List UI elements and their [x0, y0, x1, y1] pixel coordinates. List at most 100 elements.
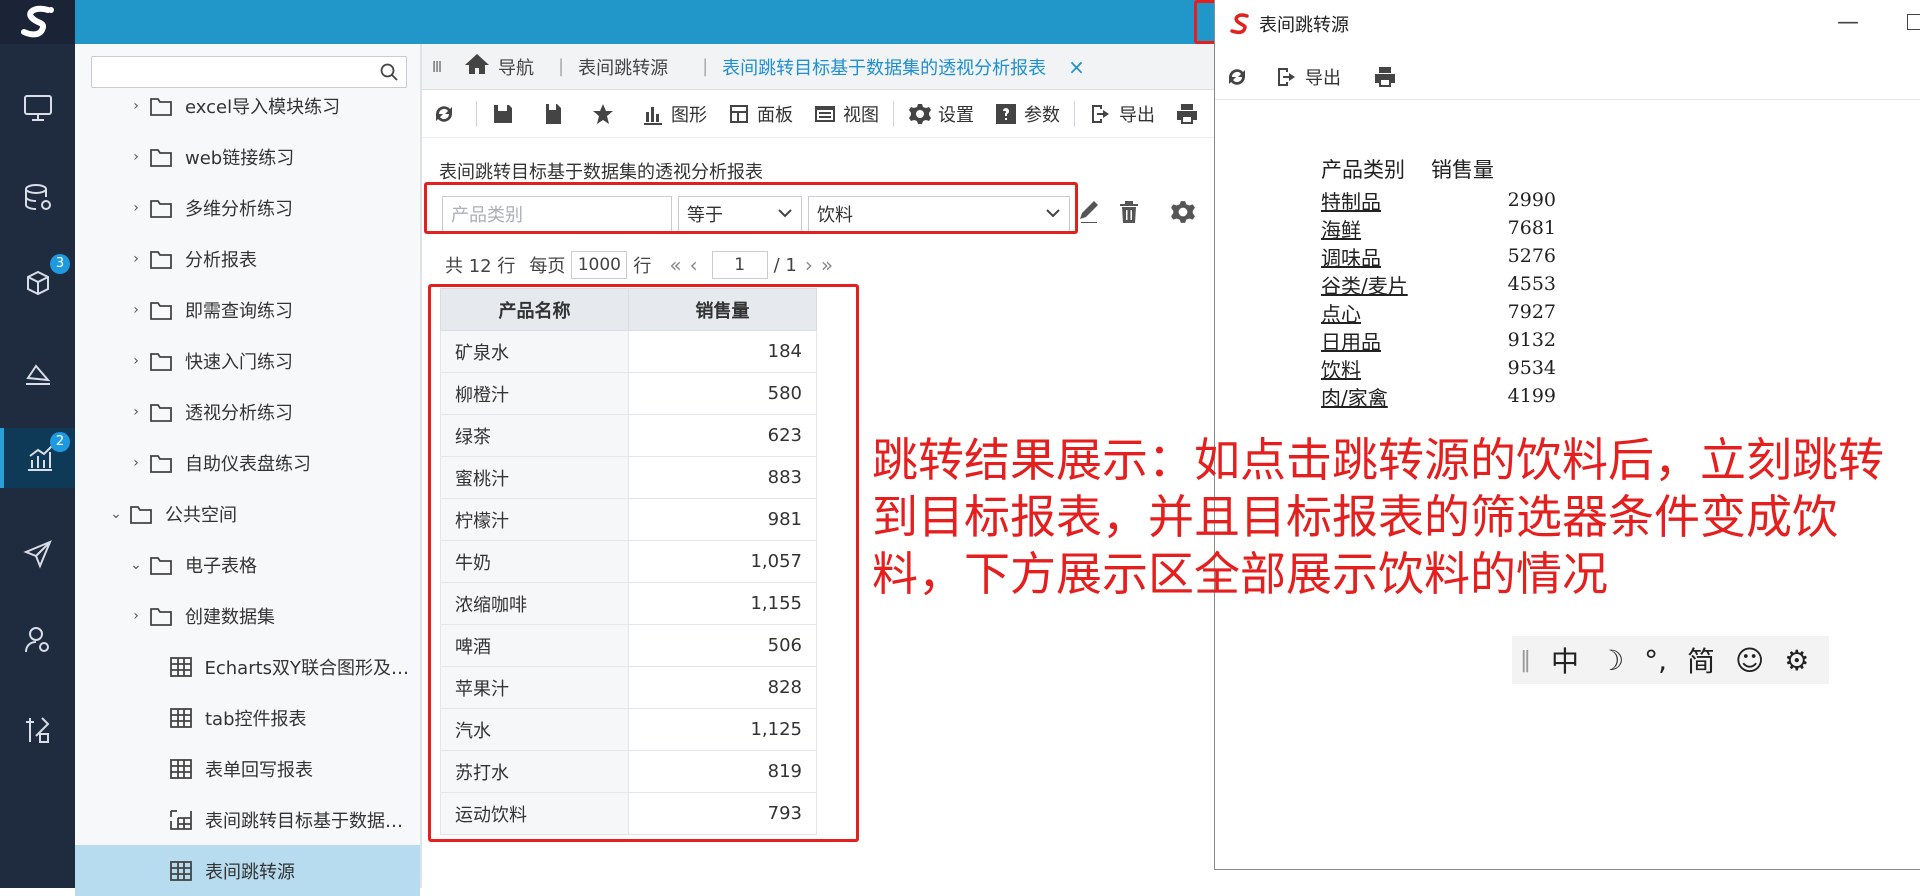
tree-item[interactable]: › 创建数据集 [75, 590, 420, 641]
column-header-sales[interactable]: 销售量 [628, 288, 817, 331]
tree-item[interactable]: › 多维分析练习 [75, 182, 420, 233]
rail-user-settings[interactable] [0, 610, 75, 670]
category-link[interactable]: 日用品 [1321, 326, 1496, 355]
tree-item[interactable]: 表间跳转目标基于数据集... [75, 794, 420, 845]
last-page-icon[interactable]: » [821, 253, 833, 277]
sales-cell: 883 [628, 456, 817, 499]
app-logo[interactable] [0, 0, 75, 44]
settings-label: 设置 [938, 104, 974, 126]
product-name-cell: 牛奶 [440, 540, 629, 583]
rail-database[interactable] [0, 168, 75, 228]
rail-monitor[interactable] [0, 78, 75, 138]
minimize-button[interactable]: — [1837, 10, 1859, 35]
view-button[interactable]: 视图 [803, 90, 889, 138]
chevron-down-icon[interactable]: ⌄ [127, 557, 145, 573]
chevron-down-icon[interactable]: ⌄ [107, 506, 125, 522]
graph-button[interactable]: 图形 [631, 90, 717, 138]
panel-button[interactable]: 面板 [717, 90, 803, 138]
edit-filter-button[interactable] [1076, 199, 1106, 229]
tab-source-label: 表间跳转源 [578, 57, 669, 79]
chevron-right-icon[interactable]: › [127, 608, 145, 624]
export-button[interactable]: 导出 [1079, 90, 1165, 138]
popup-title-bar[interactable]: 表间跳转源 — [1215, 0, 1920, 48]
prev-page-icon[interactable]: ‹ [690, 253, 698, 277]
close-icon[interactable]: × [1068, 55, 1085, 79]
category-link[interactable]: 特制品 [1321, 186, 1496, 215]
gear-icon[interactable]: ⚙ [1784, 644, 1809, 677]
category-link[interactable]: 点心 [1321, 298, 1496, 327]
refresh-icon [436, 105, 452, 122]
category-link[interactable]: 调味品 [1321, 242, 1496, 271]
ime-mode-chinese[interactable]: 中 [1551, 640, 1579, 680]
chevron-right-icon[interactable]: › [127, 200, 145, 216]
chevron-right-icon[interactable]: › [127, 98, 145, 114]
product-name-cell: 浓缩咖啡 [440, 582, 629, 625]
chevron-right-icon[interactable]: › [127, 455, 145, 471]
ime-simplified[interactable]: 简 [1687, 640, 1715, 680]
column-header-product[interactable]: 产品名称 [440, 288, 629, 331]
category-link[interactable]: 饮料 [1321, 354, 1496, 383]
folder-icon [149, 197, 173, 219]
tab-home[interactable]: 导航 [452, 44, 546, 90]
tab-source[interactable]: | 表间跳转源 [546, 44, 680, 90]
chevron-right-icon[interactable]: › [127, 302, 145, 318]
settings-button[interactable]: 设置 [898, 90, 984, 138]
popup-export-button[interactable]: 导出 [1265, 53, 1351, 101]
tree-item[interactable]: › 分析报表 [75, 233, 420, 284]
rail-send[interactable] [0, 524, 75, 584]
refresh-button[interactable] [422, 90, 472, 138]
delete-filter-button[interactable] [1116, 199, 1146, 229]
tree-item-label: excel导入模块练习 [185, 96, 341, 118]
ime-punctuation[interactable]: °, [1644, 644, 1667, 677]
category-sales-value: 7927 [1507, 301, 1556, 323]
tabbar-grip-icon[interactable]: Ⅲ [422, 58, 452, 76]
popup-print-button[interactable] [1363, 53, 1413, 101]
tree-item[interactable]: › excel导入模块练习 [75, 80, 420, 131]
chevron-right-icon[interactable]: › [127, 404, 145, 420]
save-as-button[interactable] [531, 90, 581, 138]
params-button[interactable]: 参数 [984, 90, 1070, 138]
chevron-right-icon[interactable]: › [127, 251, 145, 267]
filter-operator-select[interactable]: 等于 [678, 196, 802, 232]
next-page-icon[interactable]: › [805, 253, 813, 277]
total-pages: / 1 [773, 254, 797, 276]
tab-target[interactable]: | 表间跳转目标基于数据集的透视分析报表 × [680, 44, 1097, 90]
table-row: 苏打水 819 [440, 750, 817, 793]
tree-item[interactable]: ⌄ 公共空间 [75, 488, 420, 539]
sales-cell: 828 [628, 666, 817, 709]
filter-settings-button[interactable] [1170, 199, 1200, 229]
ime-grip-icon[interactable]: ‖ [1520, 648, 1531, 673]
favorite-button[interactable] [581, 90, 631, 138]
popup-refresh-button[interactable] [1215, 53, 1265, 101]
category-link[interactable]: 谷类/麦片 [1321, 270, 1496, 299]
tree-item[interactable]: ⌄ 电子表格 [75, 539, 420, 590]
filter-field-input[interactable]: 产品类别 [442, 196, 672, 232]
moon-icon[interactable]: ☽ [1599, 644, 1624, 677]
first-page-icon[interactable]: « [669, 253, 681, 277]
print-button[interactable] [1165, 90, 1215, 138]
filter-value-select[interactable]: 饮料 [808, 196, 1070, 232]
chevron-right-icon[interactable]: › [127, 353, 145, 369]
tree-item[interactable]: › 即需查询练习 [75, 284, 420, 335]
rail-tools[interactable] [0, 700, 75, 760]
page-input[interactable]: 1 [711, 251, 768, 279]
tree-item[interactable]: tab控件报表 [75, 692, 420, 743]
tab-separator: | [558, 56, 565, 77]
category-link[interactable]: 海鲜 [1321, 214, 1496, 243]
tree-item[interactable]: › 透视分析练习 [75, 386, 420, 437]
product-name-cell: 矿泉水 [440, 330, 629, 373]
tree-item[interactable]: › 自助仪表盘练习 [75, 437, 420, 488]
tree-item[interactable]: 表单回写报表 [75, 743, 420, 794]
rail-analysis[interactable] [0, 344, 75, 404]
tree-item[interactable]: › 快速入门练习 [75, 335, 420, 386]
tree-item[interactable]: 表间跳转源 [75, 845, 420, 896]
tree-item[interactable]: › web链接练习 [75, 131, 420, 182]
graph-label: 图形 [671, 104, 707, 126]
save-button[interactable] [481, 90, 531, 138]
per-page-input[interactable]: 1000 [571, 251, 628, 279]
maximize-button[interactable] [1907, 14, 1920, 30]
tree-item[interactable]: Echarts双Y联合图形及水... [75, 641, 420, 692]
smiley-icon[interactable]: ☺ [1735, 644, 1764, 677]
category-link[interactable]: 肉/家禽 [1321, 382, 1496, 411]
chevron-right-icon[interactable]: › [127, 149, 145, 165]
